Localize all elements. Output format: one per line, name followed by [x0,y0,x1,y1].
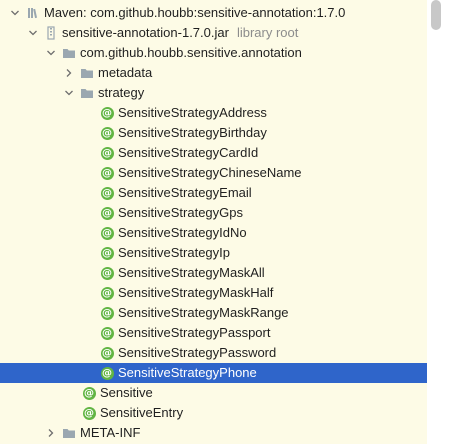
tree-row-annotation[interactable]: @ SensitiveStrategyGps [0,203,427,223]
annotation-label: SensitiveStrategyIdNo [118,225,247,240]
annotation-label: SensitiveStrategyPassword [118,345,277,360]
annotation-label: SensitiveStrategyChineseName [118,165,302,180]
annotation-icon: @ [100,146,114,160]
annotation-icon: @ [100,206,114,220]
tree-row-jar[interactable]: sensitive-annotation-1.7.0.jar library r… [0,23,427,43]
package-label: com.github.houbb.sensitive.annotation [80,45,302,60]
annotation-icon: @ [100,266,114,280]
library-icon [26,6,40,20]
chevron-down-icon[interactable] [46,48,56,58]
annotation-icon: @ [100,346,114,360]
tree-row-meta-inf[interactable]: META-INF [0,423,427,443]
annotation-icon: @ [100,306,114,320]
tree-row-annotation[interactable]: @ SensitiveStrategyCardId [0,143,427,163]
folder-icon [62,46,76,60]
annotation-icon: @ [100,106,114,120]
tree-row-annotation[interactable]: @ SensitiveEntry [0,403,427,423]
chevron-down-icon[interactable] [10,8,20,18]
jar-label: sensitive-annotation-1.7.0.jar [62,25,229,40]
annotation-label: SensitiveStrategyMaskRange [118,305,289,320]
metadata-label: metadata [98,65,153,80]
tree-row-package[interactable]: com.github.houbb.sensitive.annotation [0,43,427,63]
tree-row-annotation[interactable]: @ SensitiveStrategyPassport [0,323,427,343]
strategy-label: strategy [98,85,145,100]
tree-row-annotation[interactable]: @ Sensitive [0,383,427,403]
annotation-label: Sensitive [100,385,153,400]
vertical-scrollbar[interactable] [427,0,457,444]
annotation-icon: @ [100,126,114,140]
tree-row-annotation[interactable]: @ SensitiveStrategyBirthday [0,123,427,143]
annotation-label: SensitiveEntry [100,405,184,420]
tree-row-annotation[interactable]: @ SensitiveStrategyIp [0,243,427,263]
annotation-icon: @ [100,246,114,260]
chevron-down-icon[interactable] [28,28,38,38]
chevron-down-icon[interactable] [64,88,74,98]
scrollbar-thumb[interactable] [431,0,441,30]
folder-icon [80,66,94,80]
chevron-right-icon[interactable] [46,428,56,438]
annotation-label: SensitiveStrategyGps [118,205,244,220]
annotation-label: SensitiveStrategyBirthday [118,125,267,140]
annotation-icon: @ [82,386,96,400]
annotation-icon: @ [100,326,114,340]
annotation-label: SensitiveStrategyCardId [118,145,259,160]
tree-row-annotation[interactable]: @ SensitiveStrategyEmail [0,183,427,203]
annotation-label: SensitiveStrategyMaskAll [118,265,265,280]
project-tree: Maven: com.github.houbb:sensitive-annota… [0,0,427,444]
tree-row-annotation[interactable]: @ SensitiveStrategyIdNo [0,223,427,243]
tree-row-metadata[interactable]: metadata [0,63,427,83]
jar-icon [44,26,58,40]
annotation-label: SensitiveStrategyIp [118,245,231,260]
annotation-icon: @ [100,286,114,300]
annotation-label: SensitiveStrategyPhone [118,365,257,380]
tree-row-annotation[interactable]: @ SensitiveStrategyMaskHalf [0,283,427,303]
annotation-icon: @ [100,186,114,200]
tree-row-annotation[interactable]: @ SensitiveStrategyAddress [0,103,427,123]
annotation-label: SensitiveStrategyEmail [118,185,252,200]
annotation-icon: @ [100,166,114,180]
folder-icon [62,426,76,440]
annotation-icon: @ [100,226,114,240]
tree-row-annotation[interactable]: @ SensitiveStrategyMaskRange [0,303,427,323]
tree-row-strategy[interactable]: strategy [0,83,427,103]
annotation-icon: @ [82,406,96,420]
annotation-label: SensitiveStrategyAddress [118,105,267,120]
library-root-label: library root [236,25,299,40]
folder-icon [80,86,94,100]
tree-row-annotation[interactable]: @ SensitiveStrategyChineseName [0,163,427,183]
annotation-label: SensitiveStrategyPassport [118,325,271,340]
meta-inf-label: META-INF [80,425,141,440]
maven-root-label: Maven: com.github.houbb:sensitive-annota… [44,5,346,20]
tree-row-maven-root[interactable]: Maven: com.github.houbb:sensitive-annota… [0,3,427,23]
tree-row-annotation[interactable]: @ SensitiveStrategyPassword [0,343,427,363]
annotation-icon: @ [100,366,114,380]
annotation-label: SensitiveStrategyMaskHalf [118,285,274,300]
chevron-right-icon[interactable] [64,68,74,78]
tree-row-annotation[interactable]: @ SensitiveStrategyMaskAll [0,263,427,283]
tree-row-annotation-selected[interactable]: @ SensitiveStrategyPhone [0,363,427,383]
